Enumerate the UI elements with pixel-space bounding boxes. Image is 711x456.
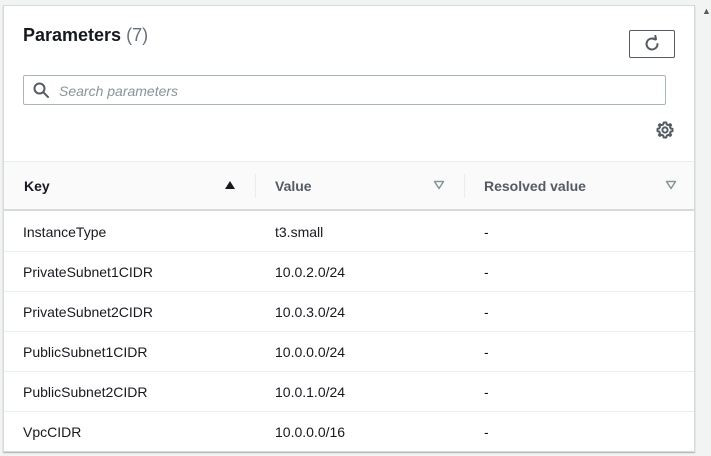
refresh-button[interactable] <box>629 30 675 58</box>
cell-value: 10.0.0.0/24 <box>275 344 346 360</box>
table-row: VpcCIDR 10.0.0.0/16 - <box>4 412 694 451</box>
table-row: PublicSubnet1CIDR 10.0.0.0/24 - <box>4 332 694 372</box>
table-body: InstanceType t3.small - PrivateSubnet1CI… <box>4 212 694 451</box>
table-row: PrivateSubnet1CIDR 10.0.2.0/24 - <box>4 252 694 292</box>
column-header-key[interactable]: Key <box>4 162 255 210</box>
refresh-icon <box>645 35 659 51</box>
cell-key: PrivateSubnet1CIDR <box>23 264 153 280</box>
search-field[interactable] <box>23 75 666 105</box>
table-row: InstanceType t3.small - <box>4 212 694 252</box>
column-header-key-label: Key <box>24 178 50 194</box>
gear-icon[interactable] <box>656 121 674 139</box>
cell-value: 10.0.3.0/24 <box>275 304 346 320</box>
cell-key: PublicSubnet1CIDR <box>23 344 148 360</box>
cell-key: InstanceType <box>23 224 107 240</box>
cell-key: PrivateSubnet2CIDR <box>23 304 153 320</box>
cell-value: 10.0.1.0/24 <box>275 384 346 400</box>
column-header-resolved-label: Resolved value <box>484 178 586 194</box>
parameter-count: (7) <box>126 25 149 45</box>
cell-value: 10.0.2.0/24 <box>275 264 346 280</box>
search-input[interactable] <box>57 77 661 105</box>
table-row: PrivateSubnet2CIDR 10.0.3.0/24 - <box>4 292 694 332</box>
panel-title: Parameters (7) <box>23 25 148 46</box>
cell-resolved-value: - <box>484 224 489 240</box>
cell-resolved-value: - <box>484 424 489 440</box>
cell-key: PublicSubnet2CIDR <box>23 384 148 400</box>
parameters-panel: Parameters (7) Key Value <box>3 5 695 452</box>
column-header-resolved-value[interactable]: Resolved value <box>464 162 694 210</box>
cell-resolved-value: - <box>484 304 489 320</box>
panel-title-text: Parameters <box>23 25 122 45</box>
table-header: Key Value Resolved value <box>4 161 694 211</box>
scroll-up-arrow-icon[interactable]: ▲ <box>702 6 711 16</box>
caret-down-outline-icon[interactable] <box>665 180 677 190</box>
column-header-value-label: Value <box>275 178 312 194</box>
cell-key: VpcCIDR <box>23 424 82 440</box>
table-row: PublicSubnet2CIDR 10.0.1.0/24 - <box>4 372 694 412</box>
cell-resolved-value: - <box>484 264 489 280</box>
cell-resolved-value: - <box>484 384 489 400</box>
cell-value: 10.0.0.0/16 <box>275 424 346 440</box>
search-icon <box>33 82 49 98</box>
cell-value: t3.small <box>275 224 324 240</box>
cell-resolved-value: - <box>484 344 489 360</box>
caret-up-icon[interactable] <box>224 180 236 190</box>
caret-down-outline-icon[interactable] <box>433 180 445 190</box>
